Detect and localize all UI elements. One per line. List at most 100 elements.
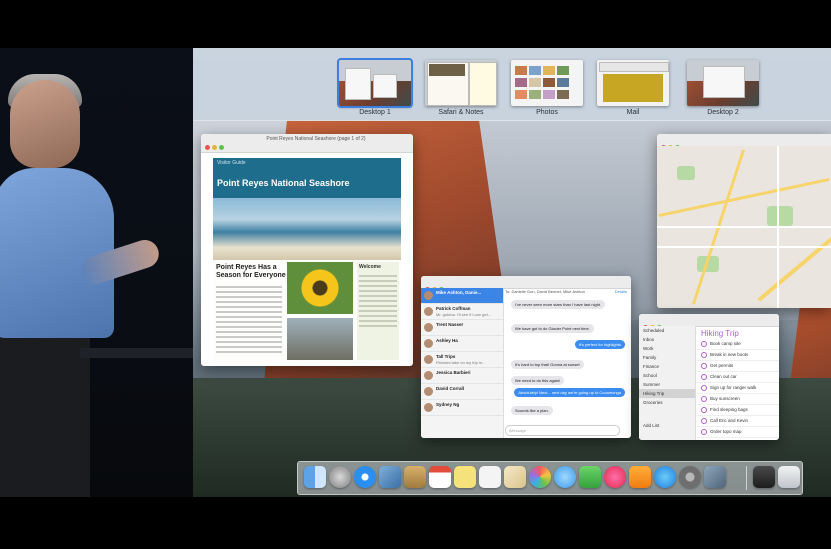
podium <box>80 348 193 358</box>
space-label: Photos <box>536 109 558 116</box>
map-road <box>757 234 831 302</box>
conversation-item[interactable]: Patrick Coffman Mr. gotcha. I'll see if I… <box>421 304 503 320</box>
reminder-item[interactable]: Sign up for ranger walk <box>697 383 779 394</box>
presenter-photo <box>0 48 193 497</box>
avatar <box>424 323 433 332</box>
space-desktop-2[interactable] <box>687 60 759 106</box>
reminders-list-title: Hiking Trip <box>701 329 739 338</box>
itunes-icon[interactable] <box>604 466 626 488</box>
space-desktop-1[interactable] <box>337 58 413 108</box>
map-road <box>658 177 830 218</box>
conversation-item[interactable]: David Corrall <box>421 384 503 400</box>
conversation-list: Mike Ashton, Danie... Patrick Coffman Mr.… <box>421 288 504 438</box>
reminders-window[interactable]: Scheduled Inbox Work Family Finance Scho… <box>639 314 779 440</box>
avatar <box>424 387 433 396</box>
avatar <box>424 371 433 380</box>
reminders-lists-sidebar: Scheduled Inbox Work Family Finance Scho… <box>639 326 696 440</box>
safari-titlebar: Point Reyes National Seashore (page 1 of… <box>201 134 413 153</box>
list-item[interactable]: Family <box>639 353 695 362</box>
message-bubble: Absolutely! Next... next day we're going… <box>514 388 625 397</box>
conversation-item[interactable]: Trent Nasser <box>421 320 503 336</box>
map-view[interactable] <box>657 146 831 308</box>
space-mail[interactable] <box>597 60 669 106</box>
pages-icon[interactable] <box>504 466 526 488</box>
map-street <box>657 246 831 248</box>
article-title: Point Reyes Has a Season for Everyone <box>216 264 286 279</box>
safari-tab-title[interactable]: Point Reyes National Seashore (page 1 of… <box>241 136 391 142</box>
map-street <box>777 146 779 308</box>
reminder-item[interactable]: Clean out car <box>697 372 779 383</box>
reminder-item[interactable]: Buy sunscreen <box>697 394 779 405</box>
launchpad-icon[interactable] <box>329 466 351 488</box>
list-item-selected[interactable]: Hiking Trip <box>639 389 695 398</box>
conversation-item[interactable]: Tall Trips Pictures take on my trip in... <box>421 352 503 368</box>
downloads-stack-icon[interactable] <box>753 466 775 488</box>
reminder-item[interactable]: Get permits <box>697 361 779 372</box>
message-bubble: I've never seen more stars than I have l… <box>511 300 606 309</box>
list-item[interactable]: Work <box>639 344 695 353</box>
list-item[interactable]: Finance <box>639 362 695 371</box>
letterbox-top <box>0 0 831 48</box>
notes-icon[interactable] <box>404 466 426 488</box>
details-button[interactable]: Details <box>615 289 627 294</box>
message-bubble: Sounds like a plan. <box>511 406 553 415</box>
welcome-heading: Welcome <box>359 264 381 270</box>
space-photos[interactable] <box>511 60 583 106</box>
facetime-icon[interactable] <box>579 466 601 488</box>
beach-photo <box>213 198 401 260</box>
message-bubble: We need to do this again! <box>511 376 565 385</box>
conversation-item[interactable]: Sydney Ng <box>421 400 503 416</box>
list-item[interactable]: Groceries <box>639 398 695 407</box>
flower-photo <box>287 262 353 314</box>
list-item[interactable]: School <box>639 371 695 380</box>
safari-window[interactable]: Point Reyes National Seashore (page 1 of… <box>201 134 413 366</box>
space-safari-notes[interactable] <box>425 60 497 106</box>
imessage-input[interactable]: iMessage <box>505 425 620 436</box>
list-item[interactable]: Scheduled <box>639 326 695 335</box>
reminder-item[interactable]: Break in new boots <box>697 350 779 361</box>
article-body <box>216 286 282 356</box>
stickies-icon[interactable] <box>454 466 476 488</box>
conversation-item[interactable]: Jessica Barbieri <box>421 368 503 384</box>
recipients-line[interactable]: To: Danielle Gun, David Bennet, Mike Ash… <box>505 289 585 294</box>
space-label: Safari & Notes <box>438 109 484 116</box>
calendar-icon[interactable] <box>429 466 451 488</box>
maps-window[interactable] <box>657 134 831 308</box>
list-item[interactable]: Summer <box>639 380 695 389</box>
finder-icon[interactable] <box>304 466 326 488</box>
avatar <box>424 403 433 412</box>
preview-icon[interactable] <box>379 466 401 488</box>
mac-screen: Desktop 1 Safari & Notes Photos Mail Des… <box>193 48 831 497</box>
message-bubble: It's hard to top that! Gonna at sunset <box>511 360 584 369</box>
image-capture-icon[interactable] <box>704 466 726 488</box>
message-bubble: We have got to do Glacier Point next tim… <box>511 324 594 333</box>
space-label: Desktop 1 <box>359 109 391 116</box>
reminder-item[interactable]: Book camp site <box>697 339 779 350</box>
add-list-button[interactable]: Add List <box>639 421 695 430</box>
presenter-pants <box>0 338 90 497</box>
keynote-stage: Desktop 1 Safari & Notes Photos Mail Des… <box>0 0 831 549</box>
list-item[interactable]: Inbox <box>639 335 695 344</box>
mission-control-spaces-bar: Desktop 1 Safari & Notes Photos Mail Des… <box>193 48 831 121</box>
dock-divider <box>746 466 747 490</box>
page-title: Point Reyes National Seashore <box>217 178 350 188</box>
safari-icon[interactable] <box>354 466 376 488</box>
messages-icon[interactable] <box>554 466 576 488</box>
reminder-item[interactable]: Find sleeping bags <box>697 405 779 416</box>
system-preferences-icon[interactable] <box>679 466 701 488</box>
app-store-icon[interactable] <box>654 466 676 488</box>
ibooks-icon[interactable] <box>629 466 651 488</box>
guide-small-header: Visitor Guide <box>217 160 246 166</box>
trash-icon[interactable] <box>778 466 800 488</box>
window-controls[interactable] <box>205 137 226 155</box>
reminders-main: Hiking Trip Book camp site Break in new … <box>697 326 779 440</box>
conversation-item[interactable]: Mike Ashton, Danie... <box>421 288 503 304</box>
avatar <box>424 355 433 364</box>
reminders-icon[interactable] <box>479 466 501 488</box>
photos-icon[interactable] <box>529 466 551 488</box>
reminder-item[interactable]: Order topo map <box>697 427 779 438</box>
messages-window[interactable]: Mike Ashton, Danie... Patrick Coffman Mr.… <box>421 276 631 438</box>
reminder-item[interactable]: Call Eric and Kevin <box>697 416 779 427</box>
conversation-item[interactable]: Ashley Ha <box>421 336 503 352</box>
avatar <box>424 339 433 348</box>
